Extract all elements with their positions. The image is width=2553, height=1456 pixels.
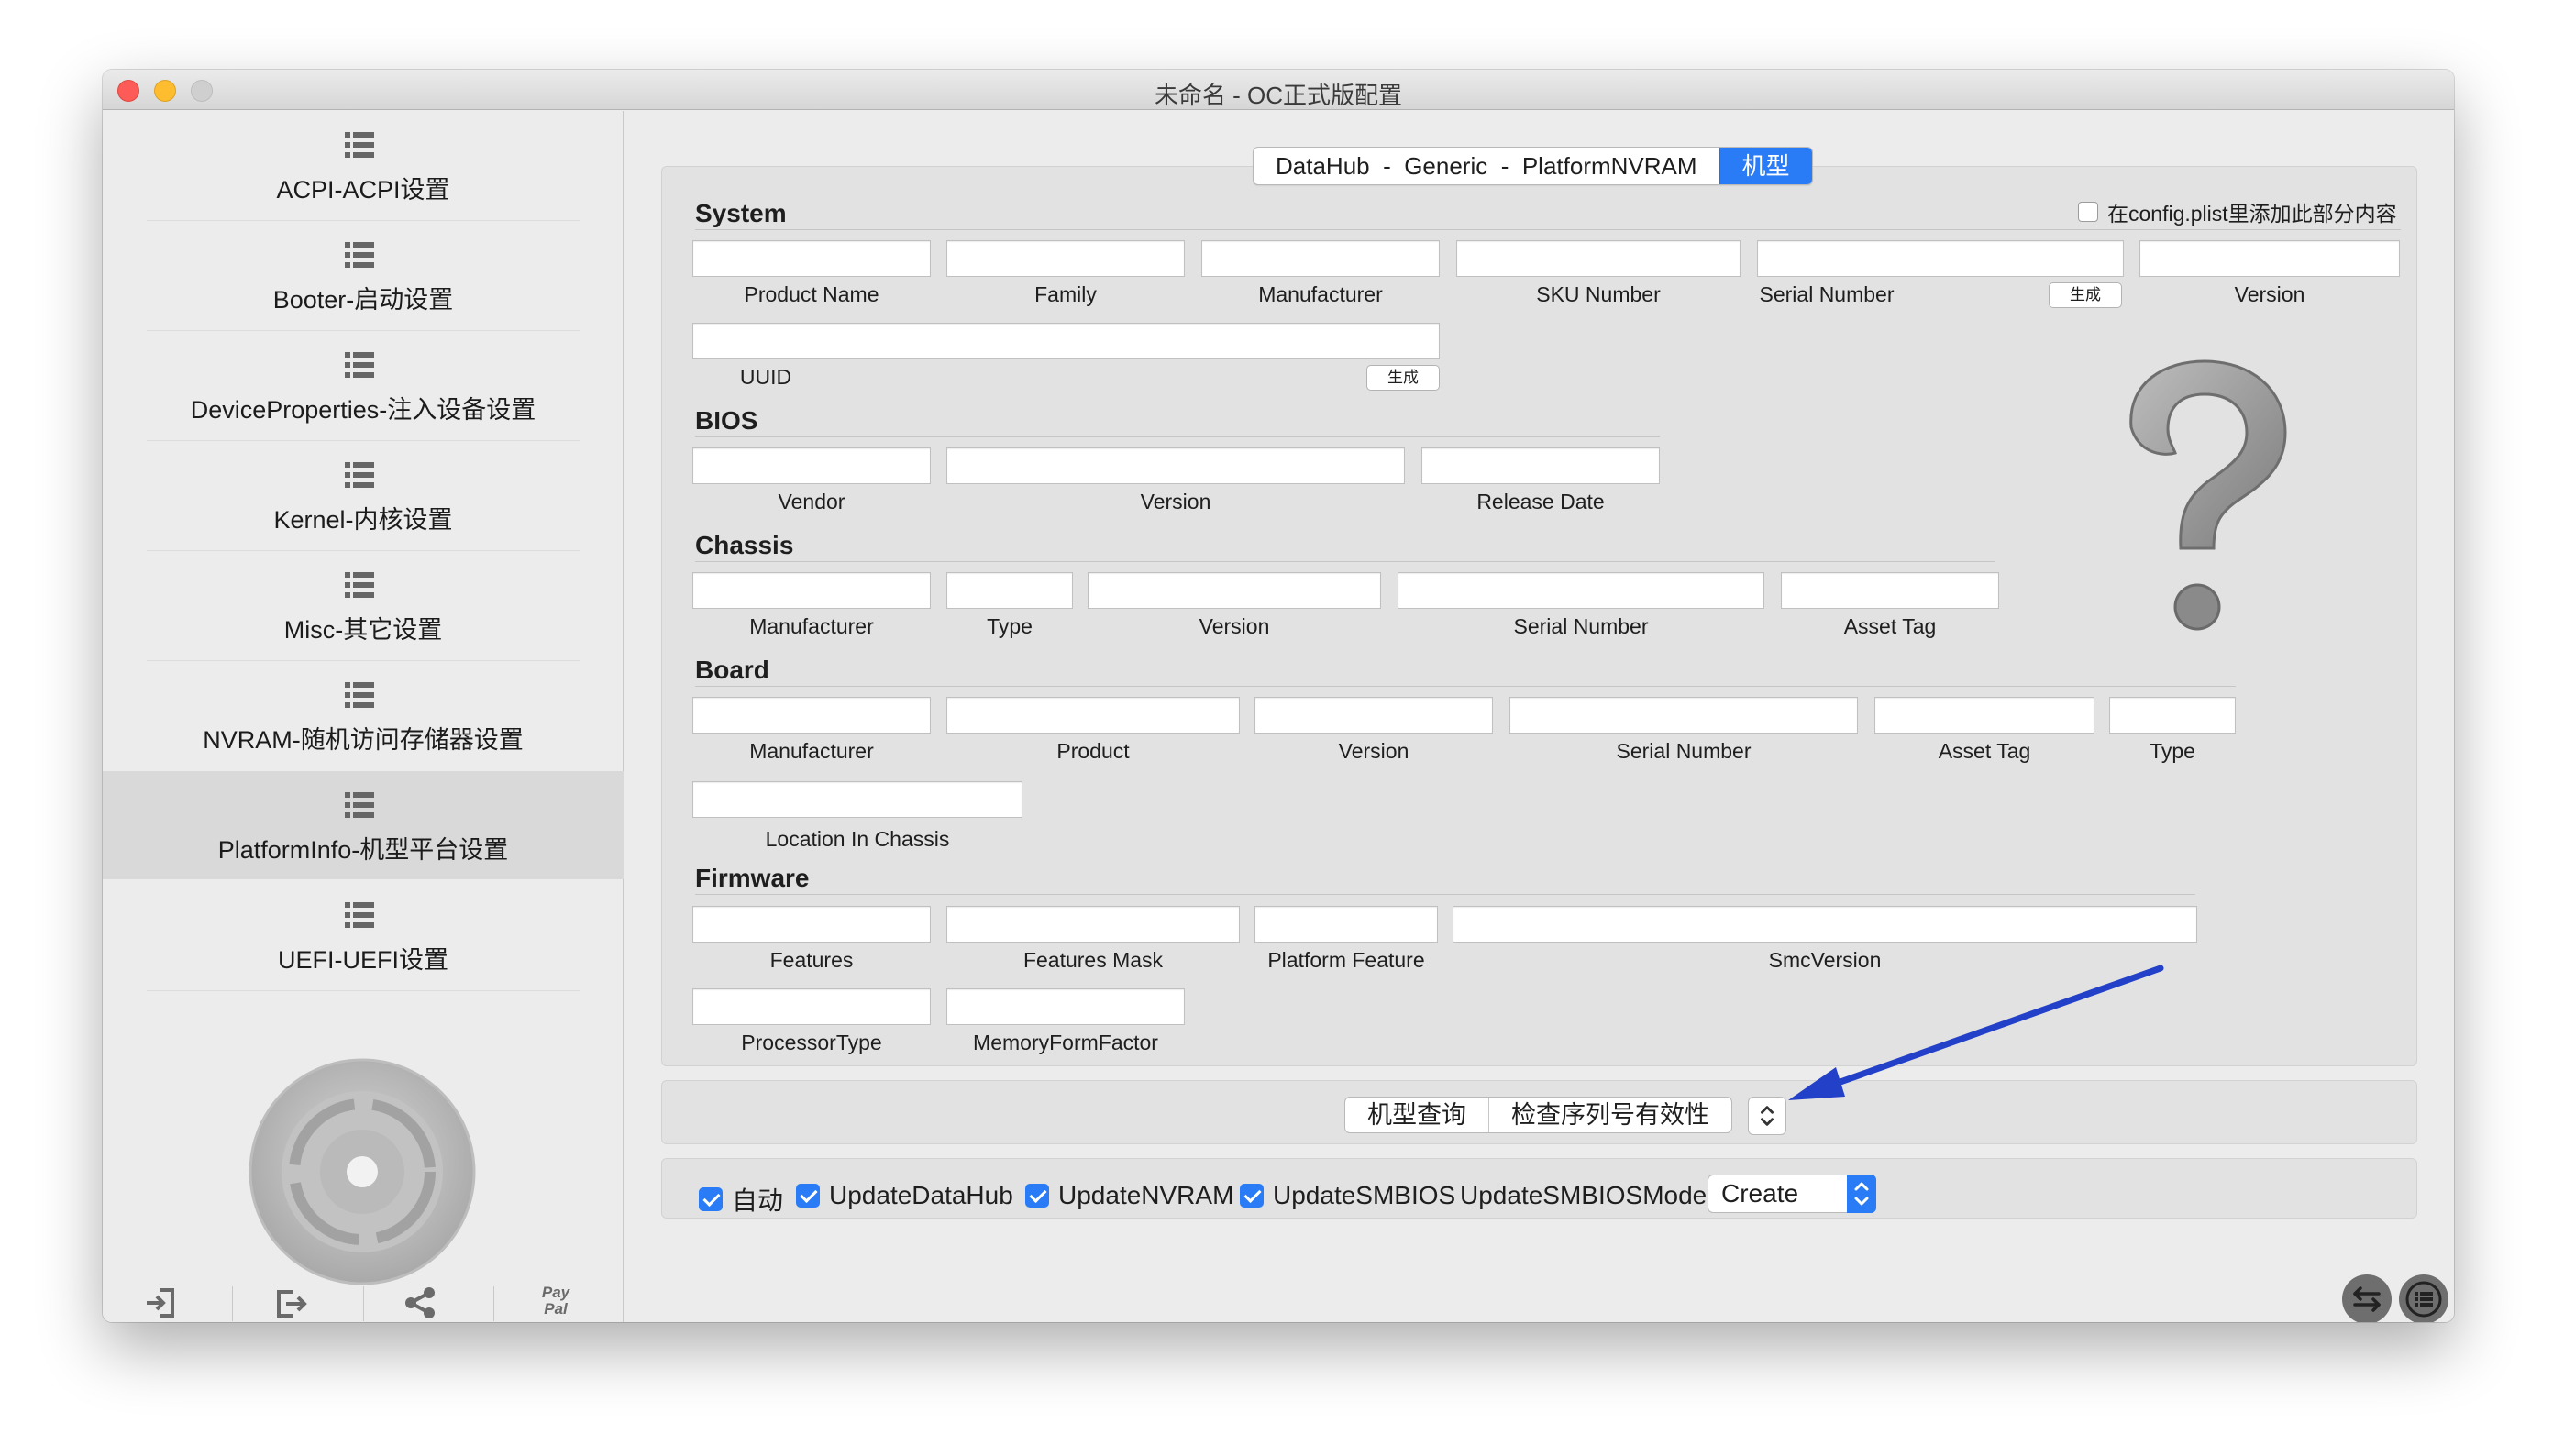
tab-model[interactable]: 机型	[1719, 148, 1812, 184]
section-title-system: System	[695, 199, 787, 227]
smc-version-field[interactable]	[1453, 906, 2197, 943]
location-in-chassis-field[interactable]	[692, 781, 1022, 818]
family-field[interactable]	[946, 240, 1185, 277]
bios-vendor-field[interactable]	[692, 447, 931, 484]
auto-label: 自动	[732, 1186, 784, 1215]
system-version-label: Version	[2234, 282, 2305, 306]
update-smbios-mode-value: Create	[1721, 1179, 1799, 1208]
model-stepper[interactable]	[1748, 1097, 1786, 1135]
chassis-asset-tag-label: Asset Tag	[1843, 614, 1937, 638]
update-datahub-label: UpdateDataHub	[829, 1181, 1013, 1209]
location-in-chassis-label: Location In Chassis	[765, 827, 950, 851]
tab-datahub-generic-nvram[interactable]: DataHub - Generic - PlatformNVRAM	[1254, 148, 1719, 184]
processor-type-label: ProcessorType	[741, 1031, 882, 1054]
section-divider	[695, 894, 2195, 895]
action-button-group: 机型查询 检查序列号有效性	[1344, 1097, 1732, 1133]
auto-option[interactable]: 自动	[699, 1181, 783, 1218]
section-divider	[695, 436, 1660, 437]
update-nvram-checkbox[interactable]	[1025, 1184, 1049, 1208]
bios-version-label: Version	[1140, 490, 1211, 513]
list-menu-icon[interactable]	[2399, 1274, 2448, 1322]
board-type-label: Type	[2150, 739, 2195, 763]
system-version-field[interactable]	[2139, 240, 2400, 277]
platform-feature-label: Platform Feature	[1267, 948, 1425, 972]
bios-release-date-field[interactable]	[1421, 447, 1660, 484]
generate-uuid-button[interactable]: 生成	[1366, 365, 1440, 391]
board-serial-number-label: Serial Number	[1616, 739, 1752, 763]
board-version-field[interactable]	[1254, 697, 1493, 734]
chassis-type-label: Type	[987, 614, 1033, 638]
firmware-features-mask-label: Features Mask	[1022, 948, 1164, 972]
content-layer: DataHub - Generic - PlatformNVRAM 机型 Sys…	[103, 70, 2454, 1322]
memory-form-factor-label: MemoryFormFactor	[973, 1031, 1158, 1054]
chassis-manufacturer-label: Manufacturer	[749, 614, 874, 638]
app-window: 未命名 - OC正式版配置 ACPI-ACPI设置 Booter-启动设置 De…	[103, 70, 2454, 1322]
section-divider	[695, 229, 2401, 230]
section-title-bios: BIOS	[695, 406, 758, 435]
checkbox-box[interactable]	[2078, 202, 2098, 222]
firmware-features-mask-field[interactable]	[946, 906, 1240, 943]
bios-version-field[interactable]	[946, 447, 1405, 484]
add-to-config-checkbox[interactable]: 在config.plist里添加此部分内容	[2078, 196, 2397, 227]
board-manufacturer-field[interactable]	[692, 697, 931, 734]
update-datahub-checkbox[interactable]	[796, 1184, 820, 1208]
board-product-label: Product	[1056, 739, 1130, 763]
board-serial-number-field[interactable]	[1509, 697, 1858, 734]
chassis-serial-number-label: Serial Number	[1513, 614, 1649, 638]
update-smbios-checkbox[interactable]	[1240, 1184, 1264, 1208]
update-smbios-mode-select[interactable]: Create	[1708, 1175, 1876, 1213]
auto-checkbox[interactable]	[699, 1187, 723, 1211]
checkbox-label: 在config.plist里添加此部分内容	[2107, 202, 2397, 226]
update-smbios-option[interactable]: UpdateSMBIOS	[1240, 1181, 1455, 1210]
section-divider	[695, 686, 2236, 687]
chassis-serial-number-field[interactable]	[1398, 572, 1764, 609]
system-manufacturer-field[interactable]	[1201, 240, 1440, 277]
platform-feature-field[interactable]	[1254, 906, 1438, 943]
product-name-label: Product Name	[744, 282, 879, 306]
bios-release-date-label: Release Date	[1476, 490, 1605, 513]
swap-arrows-icon[interactable]	[2342, 1274, 2392, 1322]
chassis-version-field[interactable]	[1088, 572, 1381, 609]
section-title-board: Board	[695, 656, 769, 684]
update-smbios-label: UpdateSMBIOS	[1273, 1181, 1456, 1209]
chassis-asset-tag-field[interactable]	[1781, 572, 1999, 609]
system-serial-number-label: Serial Number	[1759, 282, 1895, 306]
bios-vendor-label: Vendor	[778, 490, 845, 513]
chassis-version-label: Version	[1199, 614, 1270, 638]
tab-bar: DataHub - Generic - PlatformNVRAM 机型	[1253, 147, 1813, 185]
board-type-field[interactable]	[2109, 697, 2236, 734]
product-name-field[interactable]	[692, 240, 931, 277]
family-label: Family	[1034, 282, 1097, 306]
section-divider	[695, 561, 1995, 562]
update-nvram-label: UpdateNVRAM	[1058, 1181, 1234, 1209]
chassis-manufacturer-field[interactable]	[692, 572, 931, 609]
system-manufacturer-label: Manufacturer	[1258, 282, 1383, 306]
processor-type-field[interactable]	[692, 988, 931, 1025]
board-asset-tag-field[interactable]	[1874, 697, 2094, 734]
update-nvram-option[interactable]: UpdateNVRAM	[1025, 1181, 1233, 1210]
memory-form-factor-field[interactable]	[946, 988, 1185, 1025]
sku-number-label: SKU Number	[1536, 282, 1661, 306]
system-serial-number-field[interactable]	[1757, 240, 2124, 277]
uuid-label: UUID	[739, 365, 792, 389]
section-title-chassis: Chassis	[695, 531, 794, 559]
uuid-field[interactable]	[692, 323, 1440, 359]
update-datahub-option[interactable]: UpdateDataHub	[796, 1181, 1013, 1210]
firmware-features-label: Features	[769, 948, 854, 972]
update-smbios-mode-label: UpdateSMBIOSMode	[1460, 1181, 1708, 1209]
sku-number-field[interactable]	[1456, 240, 1741, 277]
question-mark-icon	[2129, 359, 2287, 631]
check-serial-button[interactable]: 检查序列号有效性	[1488, 1098, 1731, 1132]
smc-version-label: SmcVersion	[1768, 948, 1882, 972]
board-product-field[interactable]	[946, 697, 1240, 734]
section-title-firmware: Firmware	[695, 864, 810, 892]
generate-serial-button[interactable]: 生成	[2049, 282, 2122, 308]
board-asset-tag-label: Asset Tag	[1938, 739, 2031, 763]
board-manufacturer-label: Manufacturer	[749, 739, 874, 763]
chevron-updown-icon	[1847, 1175, 1876, 1213]
board-version-label: Version	[1338, 739, 1409, 763]
firmware-features-field[interactable]	[692, 906, 931, 943]
model-lookup-button[interactable]: 机型查询	[1345, 1098, 1488, 1132]
chassis-type-field[interactable]	[946, 572, 1073, 609]
